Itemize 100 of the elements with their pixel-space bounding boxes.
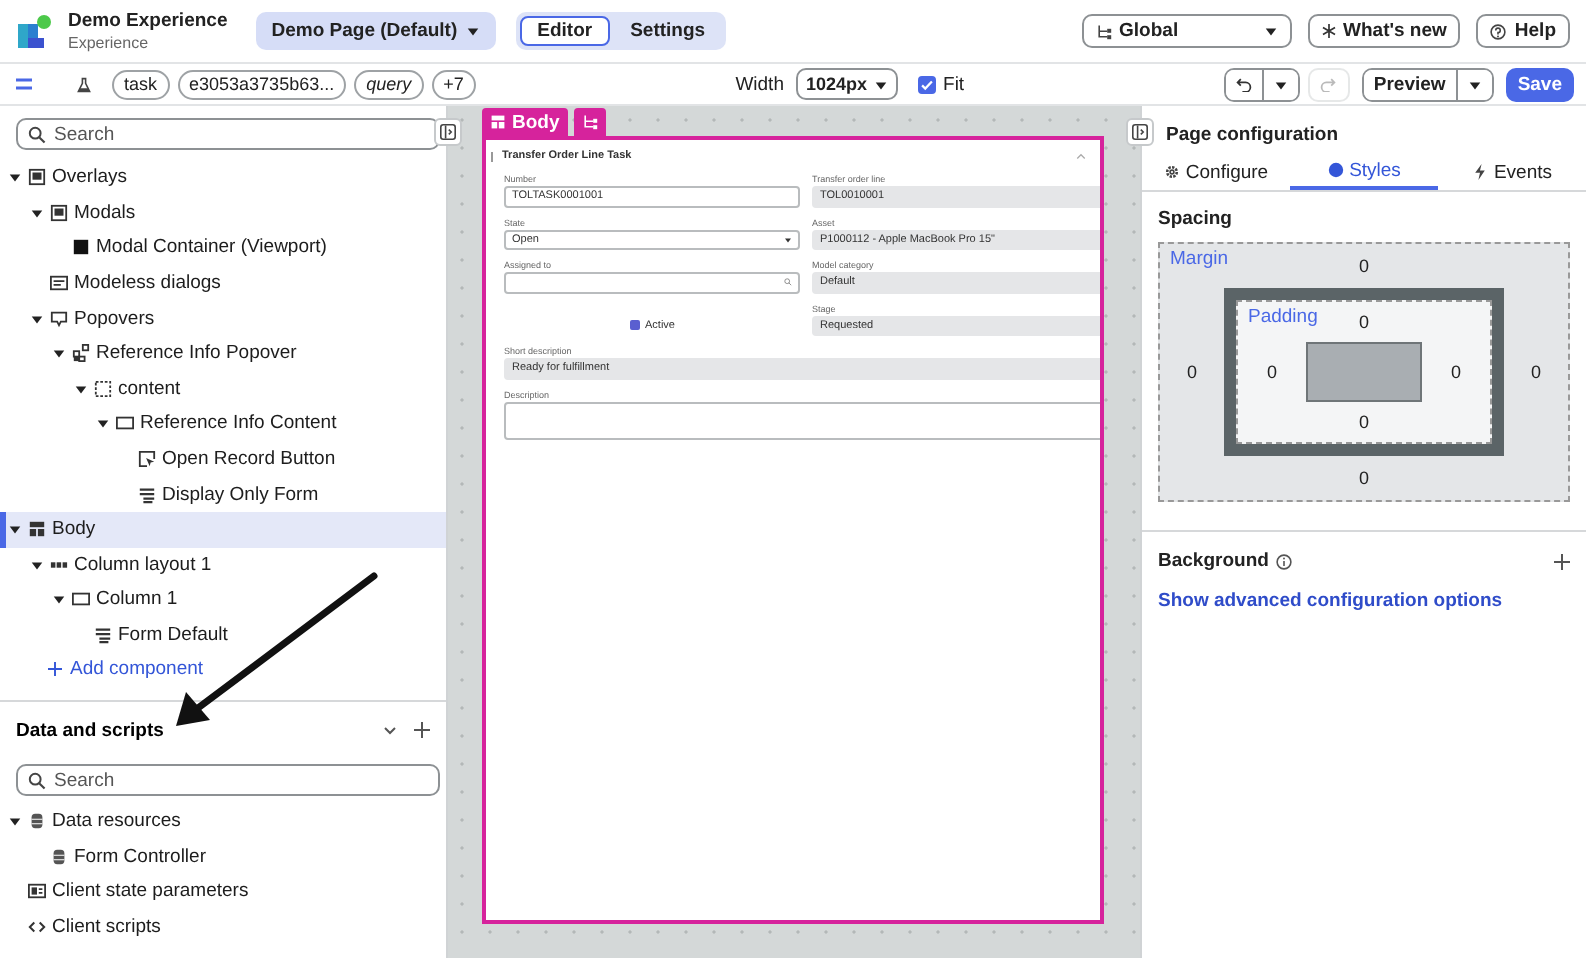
tree-item[interactable]: Data resources	[0, 804, 446, 840]
caret-icon[interactable]	[73, 381, 87, 396]
undo-history-button[interactable]	[1261, 69, 1298, 99]
caret-icon[interactable]	[51, 592, 65, 607]
content-box	[1306, 342, 1422, 402]
caret-icon[interactable]	[7, 522, 21, 537]
parameter-chip[interactable]: +7	[431, 69, 476, 99]
bolt-icon	[1471, 164, 1488, 180]
body-tag[interactable]: Body	[482, 108, 568, 136]
chevron-down-icon[interactable]	[382, 722, 398, 738]
whats-new-button[interactable]: What's new	[1307, 14, 1461, 48]
tree-item[interactable]: Modal Container (Viewport)	[0, 230, 446, 266]
gear-icon	[1163, 164, 1180, 180]
tree-item[interactable]: Modals	[0, 195, 446, 231]
help-icon	[1490, 23, 1507, 39]
tree-item[interactable]: Reference Info Content	[0, 406, 446, 442]
preview-menu-button[interactable]	[1455, 69, 1492, 99]
panel-icon	[440, 124, 456, 140]
caret-icon[interactable]	[7, 170, 21, 185]
tree-item[interactable]: Modeless dialogs	[0, 265, 446, 301]
input-field[interactable]	[504, 272, 800, 293]
panel-tab[interactable]: Configure	[1142, 154, 1290, 190]
caret-icon[interactable]	[51, 346, 65, 361]
panel-tab[interactable]: Styles	[1290, 154, 1438, 190]
margin-value[interactable]: 0	[1224, 456, 1504, 500]
padding-label: Padding	[1246, 304, 1318, 328]
menu-icon[interactable]	[16, 78, 32, 90]
tree-item[interactable]: Overlays	[0, 160, 446, 196]
hierarchy-icon	[581, 114, 598, 130]
tree-item[interactable]: Form Controller	[0, 839, 446, 875]
margin-label: Margin	[1168, 246, 1229, 270]
flask-icon[interactable]	[76, 75, 92, 93]
search-icon	[784, 278, 792, 287]
panel-title: Page configuration	[1164, 122, 1341, 150]
layout-icon	[28, 520, 46, 539]
caret-icon[interactable]	[29, 311, 43, 326]
hierarchy-icon	[1095, 23, 1112, 39]
caret-icon[interactable]	[7, 814, 21, 829]
page-menu[interactable]: Demo Page (Default)	[255, 12, 496, 50]
mode-tab[interactable]: Settings	[614, 16, 722, 46]
parameter-chip[interactable]: task	[112, 69, 170, 99]
advanced-options-link[interactable]: Show advanced configuration options	[1142, 572, 1586, 612]
plus-icon[interactable]	[414, 722, 430, 738]
caret-icon[interactable]	[29, 205, 43, 220]
tree-item[interactable]: Popovers	[0, 300, 446, 336]
tree-item[interactable]: Display Only Form	[0, 476, 446, 512]
caret-icon[interactable]	[95, 416, 109, 431]
redo-icon	[1320, 76, 1337, 92]
collapse-panel-button[interactable]	[434, 118, 462, 146]
asterisk-icon	[1321, 24, 1336, 38]
app-title: Demo Experience	[68, 9, 228, 31]
tree-item[interactable]: content	[0, 371, 446, 407]
tree-item[interactable]: Column layout 1	[0, 547, 446, 583]
checkbox[interactable]	[629, 320, 639, 330]
search-icon	[28, 125, 46, 143]
collapse-panel-button[interactable]	[1126, 118, 1154, 146]
margin-value[interactable]: 0	[1224, 244, 1504, 288]
tree-item[interactable]: Form Default	[0, 617, 446, 653]
speech-bubble-icon	[50, 309, 68, 328]
tree-item[interactable]: Client scripts	[0, 909, 446, 945]
save-button[interactable]: Save	[1505, 67, 1574, 101]
tree-item[interactable]: Column 1	[0, 582, 446, 618]
plus-icon	[48, 662, 62, 677]
section-title: Background	[1158, 550, 1269, 572]
hierarchy-tag[interactable]	[573, 108, 606, 136]
panel-tab[interactable]: Events	[1438, 154, 1586, 190]
caret-icon	[1467, 77, 1482, 91]
margin-value[interactable]: 0	[1504, 288, 1568, 456]
form-icon	[94, 626, 112, 645]
square-icon	[72, 238, 90, 257]
section-title: Spacing	[1156, 206, 1234, 230]
add-component-link[interactable]: Add component	[0, 652, 216, 687]
tree-item[interactable]: Reference Info Popover	[0, 335, 446, 372]
undo-icon	[1235, 76, 1252, 92]
padding-value[interactable]: 0	[1306, 402, 1422, 442]
parameter-chip[interactable]: query	[354, 69, 424, 99]
plus-icon[interactable]	[1554, 553, 1570, 569]
padding-value[interactable]: 0	[1422, 342, 1490, 402]
fit-checkbox[interactable]	[917, 75, 936, 93]
padding-value[interactable]: 0	[1238, 342, 1306, 402]
drag-handle-icon	[490, 151, 494, 161]
search-field[interactable]: Search	[16, 118, 440, 150]
margin-value[interactable]: 0	[1160, 288, 1224, 456]
caret-icon	[873, 77, 888, 91]
search-icon	[28, 771, 46, 789]
tree-item[interactable]: Body	[0, 511, 446, 548]
parameter-chip[interactable]: e3053a3735b63...	[177, 69, 347, 99]
tree-item[interactable]: Open Record Button	[0, 441, 446, 477]
code-icon	[28, 918, 46, 937]
check-icon	[919, 77, 934, 91]
search-field[interactable]: Search	[16, 764, 440, 796]
help-button[interactable]: Help	[1476, 14, 1570, 48]
grid-icon	[72, 344, 90, 363]
panel-icon	[1132, 124, 1148, 140]
width-select[interactable]: 1024px	[795, 68, 898, 100]
tree-item[interactable]: Client state parameters	[0, 874, 446, 910]
mode-tab[interactable]: Editor	[519, 16, 611, 46]
caret-icon[interactable]	[29, 557, 43, 572]
parameters-icon	[28, 882, 46, 901]
scope-select[interactable]: Global	[1081, 14, 1292, 48]
